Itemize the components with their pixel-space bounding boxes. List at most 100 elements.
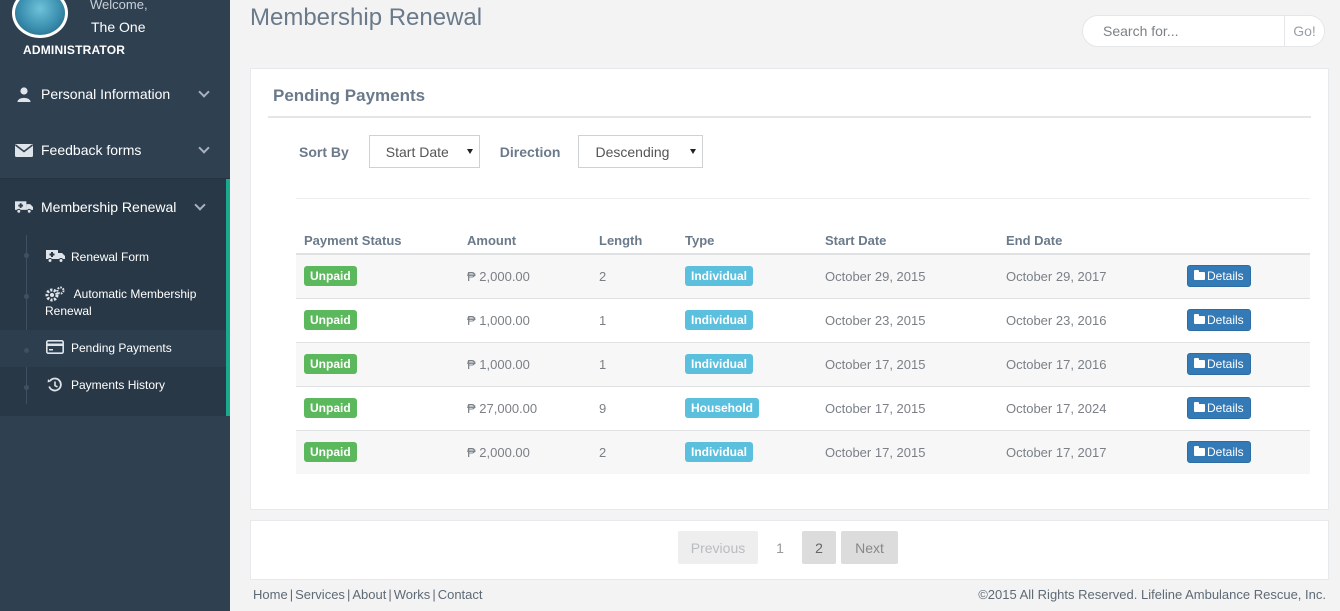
gears-icon: [45, 286, 65, 302]
details-button-label: Details: [1207, 313, 1244, 327]
footer-link-home[interactable]: Home: [253, 587, 288, 602]
sidebar-item-membership-renewal[interactable]: Membership Renewal: [0, 179, 230, 235]
type-badge: Household: [685, 398, 759, 418]
column-header-actions: [1179, 227, 1310, 255]
column-header-amount[interactable]: Amount: [459, 227, 591, 255]
search-bar: Go!: [1082, 15, 1325, 47]
folder-icon: [1194, 270, 1205, 281]
column-header-payment-status[interactable]: Payment Status: [296, 227, 459, 255]
search-input[interactable]: [1083, 16, 1284, 46]
footer-link-works[interactable]: Works: [394, 587, 431, 602]
avatar[interactable]: [12, 0, 68, 38]
details-button-label: Details: [1207, 269, 1244, 284]
page-link-1[interactable]: 1: [758, 531, 802, 564]
chevron-down-icon: [198, 142, 210, 154]
search-go-button[interactable]: Go!: [1284, 16, 1324, 46]
cell-amount: ₱ 1,000.00: [459, 342, 591, 387]
column-header-type[interactable]: Type: [677, 227, 817, 255]
cell-status: Unpaid: [296, 298, 459, 343]
ambulance-icon: [45, 249, 65, 263]
cell-length: 2: [591, 430, 677, 474]
cell-start-date: October 29, 2015: [817, 254, 998, 299]
details-button[interactable]: Details: [1187, 265, 1251, 288]
footer-link-contact[interactable]: Contact: [438, 587, 483, 602]
caret-down-icon: [466, 149, 473, 154]
page-title: Membership Renewal: [250, 4, 483, 31]
footer-nav: Home | Services | About | Works | Contact: [253, 587, 483, 602]
direction-label: Direction: [499, 143, 561, 160]
details-button-label: Details: [1207, 445, 1244, 460]
submenu-item-automatic-membership-renewal[interactable]: Automatic Membership Renewal: [0, 276, 226, 330]
copyright-text: ©2015 All Rights Reserved. Lifeline Ambu…: [978, 587, 1326, 602]
previous-button[interactable]: Previous: [678, 531, 758, 564]
column-header-end-date[interactable]: End Date: [998, 227, 1179, 255]
cell-type: Household: [677, 386, 817, 431]
status-badge: Unpaid: [304, 442, 357, 463]
ambulance-icon: [15, 200, 33, 214]
submenu-item-label: Automatic Membership Renewal: [45, 287, 197, 318]
sidebar-item-personal-information[interactable]: Personal Information: [0, 66, 230, 122]
folder-icon: [1194, 402, 1205, 412]
direction-select[interactable]: Descending: [578, 135, 704, 168]
cell-length: 2: [591, 254, 677, 299]
submenu-item-renewal-form[interactable]: Renewal Form: [0, 235, 226, 276]
cell-end-date: October 17, 2016: [998, 342, 1179, 387]
user-role: ADMINISTRATOR: [23, 43, 126, 57]
type-badge: Individual: [685, 442, 754, 463]
direction-value: Descending: [595, 143, 670, 160]
divider: [268, 116, 1311, 118]
caret-down-icon: [690, 149, 697, 154]
details-button[interactable]: Details: [1187, 397, 1251, 419]
cell-actions: Details: [1179, 254, 1310, 299]
username[interactable]: The One: [91, 19, 145, 35]
filters-row: Sort By Start Date Direction Descending: [299, 135, 704, 168]
sidebar: Welcome, The One ADMINISTRATOR Personal …: [0, 0, 230, 611]
details-button[interactable]: Details: [1187, 309, 1251, 331]
sort-by-select[interactable]: Start Date: [368, 135, 480, 168]
cell-type: Individual: [677, 298, 817, 343]
cell-end-date: October 23, 2016: [998, 298, 1179, 343]
cell-actions: Details: [1179, 386, 1310, 431]
table-row: Unpaid ₱ 2,000.00 2 Individual October 1…: [296, 430, 1310, 474]
cell-actions: Details: [1179, 342, 1310, 387]
chevron-down-icon: [194, 199, 206, 211]
cell-amount: ₱ 27,000.00: [459, 386, 591, 431]
cell-start-date: October 17, 2015: [817, 430, 998, 474]
submenu-item-pending-payments[interactable]: Pending Payments: [0, 330, 226, 367]
cell-type: Individual: [677, 342, 817, 387]
user-icon: [15, 86, 33, 102]
cell-length: 9: [591, 386, 677, 431]
table-row: Unpaid ₱ 1,000.00 1 Individual October 2…: [296, 298, 1310, 343]
column-header-start-date[interactable]: Start Date: [817, 227, 998, 255]
submenu-item-payments-history[interactable]: Payments History: [0, 367, 226, 404]
submenu-item-label: Payments History: [71, 378, 166, 392]
cell-end-date: October 17, 2017: [998, 430, 1179, 474]
membership-submenu: Renewal Form Automatic Membership Renewa…: [0, 235, 230, 416]
status-badge: Unpaid: [304, 310, 357, 330]
pending-payments-panel: Pending Payments Sort By Start Date Dire…: [250, 68, 1329, 510]
sidebar-item-feedback-forms[interactable]: Feedback forms: [0, 122, 230, 178]
credit-card-icon: [45, 340, 65, 354]
payments-table: Payment Status Amount Length Type Start …: [296, 227, 1310, 474]
folder-icon: [1194, 446, 1205, 457]
type-badge: Individual: [685, 354, 754, 374]
table-header-row: Payment Status Amount Length Type Start …: [296, 227, 1310, 255]
cell-type: Individual: [677, 254, 817, 299]
column-header-length[interactable]: Length: [591, 227, 677, 255]
footer-link-about[interactable]: About: [352, 587, 386, 602]
cell-status: Unpaid: [296, 430, 459, 474]
details-button[interactable]: Details: [1187, 441, 1251, 464]
folder-icon: [1194, 314, 1205, 324]
footer-link-services[interactable]: Services: [295, 587, 345, 602]
next-button[interactable]: Next: [841, 531, 898, 564]
pagination: Previous 1 2 Next: [678, 531, 898, 564]
sidebar-item-label: Personal Information: [41, 86, 171, 102]
status-badge: Unpaid: [304, 266, 357, 287]
profile-block: Welcome, The One ADMINISTRATOR: [0, 0, 230, 66]
page-link-2-current[interactable]: 2: [802, 531, 836, 564]
cell-length: 1: [591, 342, 677, 387]
details-button[interactable]: Details: [1187, 353, 1251, 375]
status-badge: Unpaid: [304, 398, 357, 418]
details-button-label: Details: [1207, 357, 1244, 371]
details-button-label: Details: [1207, 401, 1244, 415]
